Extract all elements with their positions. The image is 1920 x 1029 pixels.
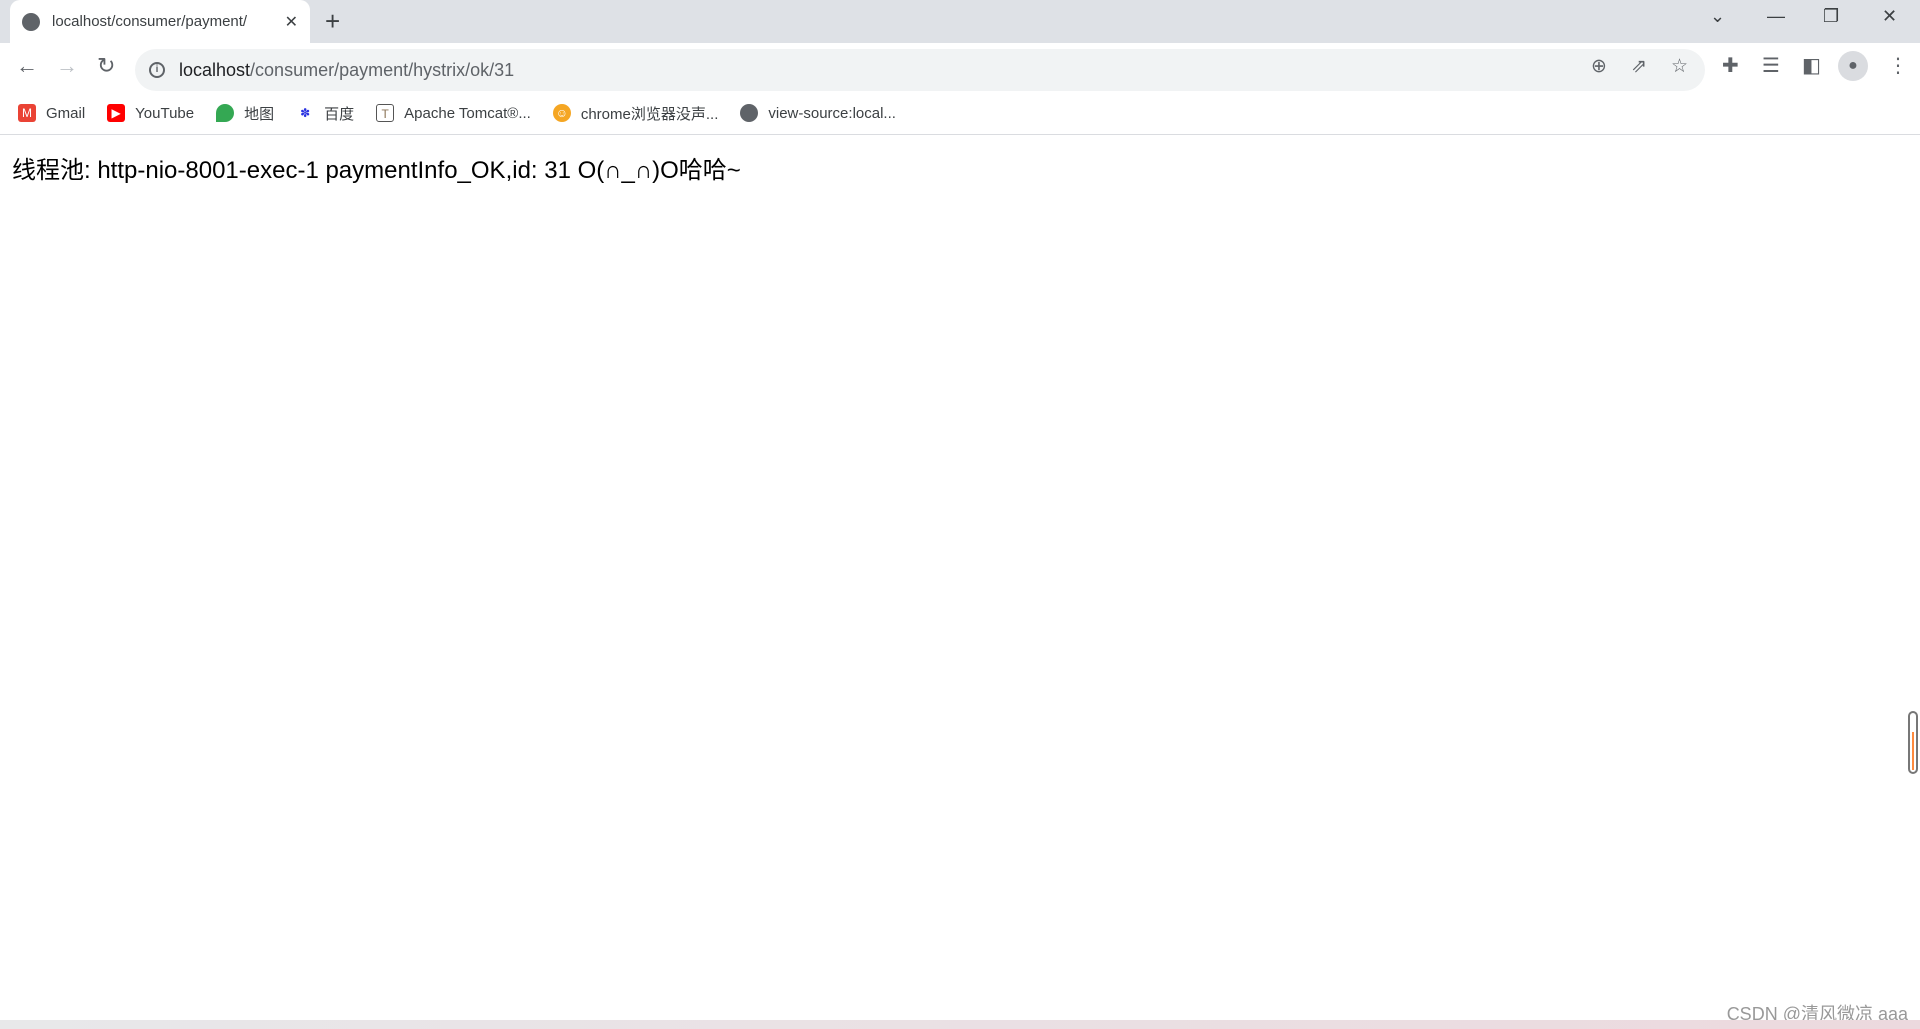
bookmark-label: Gmail (46, 104, 86, 122)
restore-button[interactable]: ❐ (1823, 6, 1839, 27)
scroll-indicator-fill (1912, 732, 1914, 770)
bookmark-label: Apache Tomcat®... (404, 104, 531, 122)
reload-button[interactable]: ↻ (97, 53, 115, 79)
bookmark-maps[interactable]: 地图 (216, 103, 274, 124)
bookmark-label: chrome浏览器没声... (580, 105, 719, 123)
tab-title: localhost/consumer/payment/ (52, 13, 248, 30)
bookmarks-bar: M Gmail ▶ YouTube 地图 ✽ 百度 T Apache Tomcat®..… (0, 92, 1920, 135)
window-close-button[interactable]: ✕ (1882, 6, 1897, 27)
minimize-button[interactable]: — (1767, 6, 1785, 27)
bookmark-tomcat[interactable]: T Apache Tomcat®... (376, 104, 531, 122)
globe-icon (740, 104, 759, 122)
bookmark-youtube[interactable]: ▶ YouTube (107, 104, 194, 122)
tomcat-icon: T (376, 104, 395, 122)
share-icon[interactable]: ⇗ (1631, 55, 1647, 78)
forward-button[interactable]: → (56, 53, 78, 79)
tab-active[interactable]: localhost/consumer/payment/ ✕ (10, 0, 310, 43)
page-text: 线程池: http-nio-8001-exec-1 paymentInfo_OK… (12, 157, 741, 184)
media-control-icon[interactable]: ☰ (1762, 53, 1780, 78)
scroll-indicator[interactable] (1908, 711, 1918, 774)
site-icon: ☺ (552, 104, 571, 122)
bookmark-label: 地图 (244, 105, 275, 123)
new-tab-button[interactable]: + (325, 6, 340, 37)
bookmark-label: view-source:local... (768, 104, 896, 122)
back-button[interactable]: ← (16, 53, 38, 79)
bookmark-label: YouTube (135, 104, 195, 122)
extensions-icon[interactable]: ✚ (1722, 53, 1739, 78)
menu-icon[interactable]: ⋮ (1888, 53, 1908, 78)
youtube-icon: ▶ (107, 104, 126, 122)
profile-avatar[interactable]: ● (1838, 51, 1868, 81)
address-bar[interactable]: i localhost/consumer/payment/hystrix/ok/… (135, 49, 1705, 91)
bookmark-baidu[interactable]: ✽ 百度 (296, 103, 354, 124)
globe-icon (22, 12, 40, 31)
bookmark-star-icon[interactable]: ☆ (1671, 55, 1688, 78)
bookmark-gmail[interactable]: M Gmail (18, 104, 85, 122)
zoom-icon[interactable]: ⊕ (1591, 55, 1607, 78)
gmail-icon: M (18, 104, 36, 122)
url-host: localhost (179, 59, 251, 80)
url-path: /consumer/payment/hystrix/ok/31 (250, 59, 515, 80)
info-icon[interactable]: i (149, 62, 165, 78)
toolbar: ← → ↻ i localhost/consumer/payment/hystr… (0, 43, 1920, 92)
maps-icon (216, 104, 235, 122)
bookmark-chrome-sound[interactable]: ☺ chrome浏览器没声... (552, 103, 719, 124)
side-panel-icon[interactable]: ◧ (1802, 53, 1821, 78)
tab-strip: localhost/consumer/payment/ ✕ + ⌄ — ❐ ✕ (0, 0, 1920, 43)
tab-search-button[interactable]: ⌄ (1710, 6, 1725, 27)
bookmark-view-source[interactable]: view-source:local... (740, 104, 896, 122)
baidu-icon: ✽ (300, 106, 311, 120)
tab-close-button[interactable]: ✕ (285, 12, 298, 32)
bottom-bar (0, 1020, 1920, 1029)
bookmark-label: 百度 (324, 105, 355, 123)
